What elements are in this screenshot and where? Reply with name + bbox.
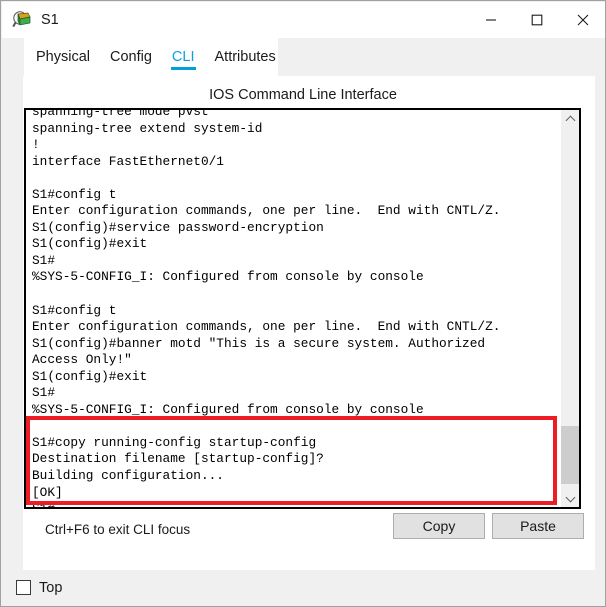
terminal-line: S1#config t — [32, 302, 117, 318]
top-checkbox[interactable] — [16, 580, 31, 595]
tab-attributes[interactable]: Attributes — [205, 38, 286, 76]
window-controls — [468, 2, 605, 38]
tab-cli-label: CLI — [171, 49, 195, 65]
scroll-down-button[interactable] — [561, 489, 579, 507]
tab-physical[interactable]: Physical — [24, 38, 100, 76]
scrollbar-thumb[interactable] — [561, 426, 579, 484]
window-title: S1 — [41, 11, 59, 28]
terminal-line: spanning-tree mode pvst — [32, 110, 209, 119]
paste-button[interactable]: Paste — [492, 513, 584, 539]
terminal-line: S1# — [32, 501, 500, 507]
title-bar: S1 — [2, 2, 605, 38]
panel-heading: IOS Command Line Interface — [209, 87, 397, 103]
terminal-line: ! — [32, 137, 40, 153]
bottom-bar: Top — [2, 570, 605, 605]
terminal-line: Building configuration... — [32, 468, 224, 484]
terminal-line: %SYS-5-CONFIG_I: Configured from console… — [32, 401, 424, 417]
terminal-line: Destination filename [startup-config]? — [32, 451, 324, 467]
terminal-line: S1(config)#banner motd "This is a secure… — [32, 335, 486, 351]
terminal-line: S1# — [32, 252, 56, 268]
terminal-line: spanning-tree extend system-id — [32, 120, 263, 136]
terminal-line: Access Only!" — [32, 352, 132, 368]
terminal-line: Enter configuration commands, one per li… — [32, 203, 501, 219]
scroll-up-button[interactable] — [561, 110, 579, 128]
terminal-output[interactable]: spanning-tree mode pvst spanning-tree ext… — [26, 110, 561, 507]
terminal-line: S1#config t — [32, 186, 117, 202]
tab-config-label: Config — [110, 49, 152, 65]
copy-button[interactable]: Copy — [393, 513, 485, 539]
terminal-line: S1# — [32, 385, 56, 401]
terminal-scrollbar[interactable] — [561, 110, 579, 507]
tab-attributes-label: Attributes — [214, 49, 276, 65]
terminal-lines: spanning-tree mode pvst spanning-tree ext… — [32, 110, 500, 507]
minimize-button[interactable] — [468, 2, 514, 38]
terminal-line: interface FastEthernet0/1 — [32, 153, 224, 169]
terminal-line: %SYS-5-CONFIG_I: Configured from console… — [32, 269, 424, 285]
cli-focus-hint: Ctrl+F6 to exit CLI focus — [45, 522, 191, 537]
close-button[interactable] — [560, 2, 605, 38]
terminal-line: S1(config)#exit — [32, 236, 148, 252]
tab-physical-label: Physical — [36, 49, 90, 65]
tab-config[interactable]: Config — [100, 38, 162, 76]
cli-panel: IOS Command Line Interface spanning-tree… — [23, 76, 595, 581]
terminal-line: S1(config)#exit — [32, 368, 148, 384]
maximize-button[interactable] — [514, 2, 560, 38]
tab-strip: Physical Config CLI Attributes — [2, 38, 605, 76]
packet-tracer-device-icon — [12, 10, 32, 30]
tab-list: Physical Config CLI Attributes — [24, 38, 286, 76]
chevron-down-icon — [566, 494, 575, 503]
terminal-container: spanning-tree mode pvst spanning-tree ext… — [24, 108, 581, 509]
cli-window: S1 Physical Config CLI Attributes IOS Co… — [0, 0, 606, 607]
terminal-line: [OK] — [32, 484, 63, 500]
terminal-line: Enter configuration commands, one per li… — [32, 319, 501, 335]
chevron-up-icon — [566, 115, 575, 124]
terminal-line: S1(config)#service password-encryption — [32, 219, 324, 235]
terminal-line: S1#copy running-config startup-config — [32, 434, 317, 450]
top-checkbox-label: Top — [39, 579, 63, 596]
tab-cli[interactable]: CLI — [162, 38, 205, 76]
